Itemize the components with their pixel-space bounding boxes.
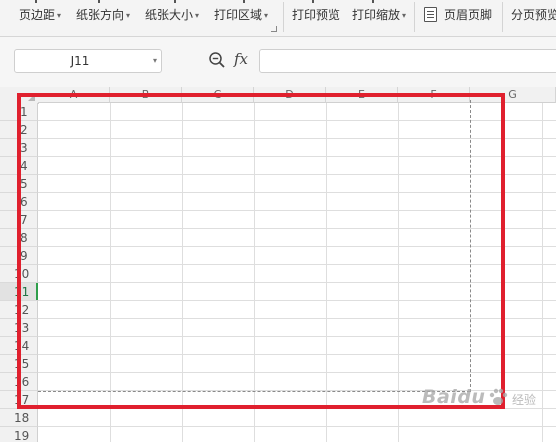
gridline bbox=[38, 426, 556, 427]
ribbon-toolbar: 页边距 ▾ 纸张方向 ▾ 纸张大小 ▾ 打印区域 ▾ 打印预览 打印缩放 ▾ 页眉页脚 分… bbox=[0, 0, 556, 37]
ribbon-divider bbox=[414, 2, 415, 32]
fx-icon[interactable]: fx bbox=[234, 50, 248, 68]
page-break-preview-label: 分页预览 bbox=[511, 8, 556, 22]
page-header-icon bbox=[424, 7, 437, 22]
margins-label: 页边距 bbox=[19, 8, 56, 22]
baidu-watermark: Baidu 经验 bbox=[418, 384, 552, 420]
header-footer-label: 页眉页脚 bbox=[444, 8, 493, 22]
ribbon-divider bbox=[283, 2, 284, 32]
orientation-button[interactable]: 纸张方向 ▾ bbox=[76, 0, 130, 30]
watermark-sub-text: 经验 bbox=[512, 393, 537, 407]
row-header[interactable]: 18 bbox=[0, 409, 38, 427]
name-box[interactable]: J11 ▾ bbox=[14, 49, 162, 73]
print-area-label: 打印区域 bbox=[214, 8, 263, 22]
print-preview-label: 打印预览 bbox=[292, 8, 341, 22]
formula-bar: J11 ▾ fx bbox=[0, 37, 556, 87]
header-footer-button[interactable]: 页眉页脚 bbox=[444, 0, 492, 30]
paper-size-label: 纸张大小 bbox=[145, 8, 194, 22]
chevron-down-icon: ▾ bbox=[126, 11, 131, 20]
paper-size-button[interactable]: 纸张大小 ▾ bbox=[145, 0, 199, 30]
chevron-down-icon: ▾ bbox=[264, 11, 269, 20]
margins-button[interactable]: 页边距 ▾ bbox=[19, 0, 61, 30]
row-header[interactable]: 19 bbox=[0, 427, 38, 442]
group-launcher-icon[interactable] bbox=[271, 26, 277, 32]
chevron-down-icon[interactable]: ▾ bbox=[153, 50, 157, 72]
chevron-down-icon: ▾ bbox=[195, 11, 200, 20]
paw-icon bbox=[489, 388, 508, 405]
cell-reference: J11 bbox=[70, 54, 90, 68]
watermark-main-text: Baidu bbox=[422, 386, 486, 408]
formula-input[interactable] bbox=[259, 49, 556, 73]
print-preview-button[interactable]: 打印预览 bbox=[292, 0, 340, 30]
chevron-down-icon: ▾ bbox=[402, 11, 407, 20]
print-scaling-button[interactable]: 打印缩放 ▾ bbox=[352, 0, 406, 30]
page-break-preview-button[interactable]: 分页预览 bbox=[511, 0, 556, 30]
print-area-button[interactable]: 打印区域 ▾ bbox=[214, 0, 268, 30]
ribbon-divider bbox=[502, 2, 503, 32]
print-area-highlight bbox=[17, 93, 505, 409]
orientation-label: 纸张方向 bbox=[76, 8, 125, 22]
zoom-icon[interactable] bbox=[208, 51, 226, 69]
print-scaling-label: 打印缩放 bbox=[352, 8, 401, 22]
chevron-down-icon: ▾ bbox=[57, 11, 62, 20]
